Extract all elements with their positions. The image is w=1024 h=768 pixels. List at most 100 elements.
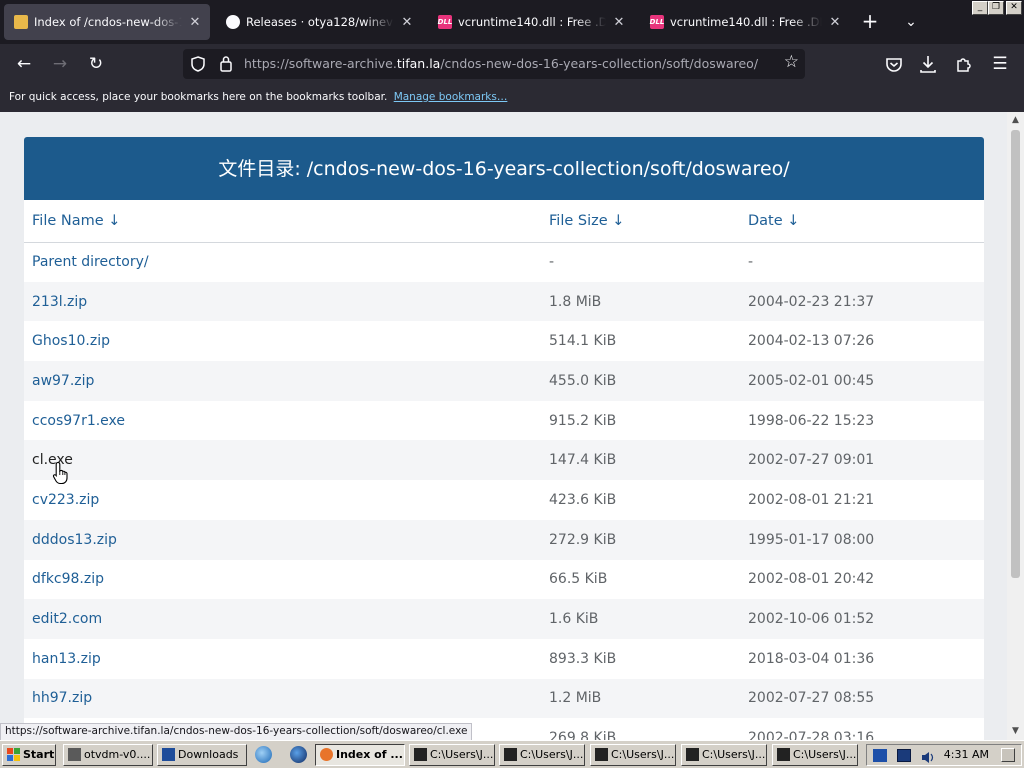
close-icon[interactable]: ✕	[400, 15, 414, 30]
bookmarks-message: For quick access, place your bookmarks h…	[9, 91, 388, 103]
file-size-cell: 147.4 KiB	[541, 440, 740, 481]
file-name-cell: cl.exe	[24, 440, 541, 481]
tab-vcruntime-2[interactable]: DLL vcruntime140.dll : Free .DLL downloa…	[640, 4, 850, 40]
manage-bookmarks-link[interactable]: Manage bookmarks…	[394, 91, 508, 103]
file-link[interactable]: han13.zip	[32, 651, 101, 667]
tab-label: Index of /cndos-new-dos-16-years-collect…	[34, 15, 182, 29]
bookmark-star-icon[interactable]: ☆	[784, 52, 799, 72]
forward-button[interactable]: →	[46, 50, 74, 78]
file-size-cell: 893.3 KiB	[549, 650, 617, 667]
file-date-cell: 2018-03-04 01:36	[748, 650, 875, 667]
taskbar-button[interactable]: otvdm-v0....	[63, 744, 153, 766]
shield-icon[interactable]	[191, 56, 205, 72]
tab-strip: Index of /cndos-new-dos-16-years-collect…	[0, 0, 1024, 44]
taskbar: Start otvdm-v0.... Downloads Index of ... C…	[0, 740, 1024, 768]
close-window-button[interactable]: ✕	[1006, 1, 1022, 15]
start-label: Start	[23, 748, 55, 761]
back-button[interactable]: ←	[10, 50, 38, 78]
file-date-cell: 1998-06-22 15:23	[748, 412, 875, 429]
start-button[interactable]: Start	[2, 744, 56, 766]
file-link[interactable]: Parent directory/	[32, 254, 149, 270]
taskbar-button[interactable]: C:\Users\J...	[409, 744, 495, 766]
file-name-cell: han13.zip	[24, 639, 541, 679]
url-text[interactable]: https://software-archive.tifan.la/cndos-…	[244, 56, 758, 71]
7zip-icon	[504, 748, 517, 761]
chevron-down-icon[interactable]: ⌄	[899, 10, 923, 34]
file-size-cell: 423.6 KiB	[549, 491, 617, 508]
file-link[interactable]: dddos13.zip	[32, 532, 117, 548]
file-date-cell: 2002-10-06 01:52	[740, 599, 984, 639]
taskbar-button-label: C:\Users\J...	[520, 748, 584, 761]
table-row: cv223.zip 423.6 KiB 2002-08-01 21:21	[24, 480, 984, 520]
file-name-cell: Ghos10.zip	[24, 321, 541, 361]
table-row: dddos13.zip 272.9 KiB 1995-01-17 08:00	[24, 519, 984, 560]
file-link[interactable]: cv223.zip	[32, 492, 99, 508]
show-desktop-icon[interactable]	[1001, 748, 1015, 762]
page-viewport: 文件目录: /cndos-new-dos-16-years-collection…	[0, 112, 1007, 740]
quicklaunch-globe-icon[interactable]	[290, 746, 307, 763]
file-date-cell: 2005-02-01 00:45	[740, 361, 984, 401]
scroll-down-arrow-icon[interactable]: ▼	[1007, 723, 1024, 740]
address-bar[interactable]: https://software-archive.tifan.la/cndos-…	[183, 49, 805, 79]
close-icon[interactable]: ✕	[188, 15, 202, 30]
system-tray: 4:31 AM	[866, 744, 1022, 766]
file-link[interactable]: edit2.com	[32, 611, 102, 627]
file-link[interactable]: Ghos10.zip	[32, 333, 110, 349]
pocket-icon[interactable]	[880, 50, 908, 78]
scroll-thumb[interactable]	[1011, 130, 1020, 578]
scroll-up-arrow-icon[interactable]: ▲	[1007, 112, 1024, 129]
quicklaunch-browser-icon[interactable]	[255, 746, 272, 763]
7zip-icon	[414, 748, 427, 761]
close-icon[interactable]: ✕	[828, 15, 842, 30]
file-link[interactable]: dfkc98.zip	[32, 571, 104, 587]
download-icon[interactable]	[914, 50, 942, 78]
dll-icon: DLL	[650, 15, 664, 29]
file-name-cell: ccos97r1.exe	[24, 401, 541, 441]
taskbar-button[interactable]: Downloads	[157, 744, 247, 766]
file-link[interactable]: 213l.zip	[32, 294, 87, 310]
file-name-cell: hh97.zip	[24, 678, 541, 719]
monitor-tray-icon[interactable]	[897, 749, 911, 762]
table-row: dfkc98.zip 66.5 KiB 2002-08-01 20:42	[24, 560, 984, 600]
table-row: Parent directory/ - -	[24, 242, 984, 282]
sort-by-size-header[interactable]: File Size ↓	[541, 200, 740, 243]
page-title: 文件目录: /cndos-new-dos-16-years-collection…	[24, 137, 984, 200]
file-link[interactable]: ccos97r1.exe	[32, 413, 125, 429]
taskbar-button-label: C:\Users\J...	[793, 748, 857, 761]
file-size-cell: 1.2 MiB	[541, 678, 740, 719]
taskbar-button[interactable]: Index of ...	[315, 744, 405, 766]
file-name-cell: Parent directory/	[24, 242, 541, 282]
minimize-button[interactable]: _	[972, 1, 988, 15]
github-icon	[226, 15, 240, 29]
new-tab-button[interactable]: +	[858, 10, 882, 34]
table-row: han13.zip 893.3 KiB 2018-03-04 01:36	[24, 639, 984, 679]
app-icon	[68, 748, 81, 761]
tab-vcruntime-1[interactable]: DLL vcruntime140.dll : Free .DLL downloa…	[428, 4, 634, 40]
menu-icon[interactable]: ☰	[986, 50, 1014, 78]
taskbar-button[interactable]: C:\Users\J...	[772, 744, 858, 766]
sort-by-date-header[interactable]: Date ↓	[740, 200, 984, 243]
taskbar-button-label: Downloads	[178, 748, 239, 761]
7zip-icon	[595, 748, 608, 761]
7zip-icon	[777, 748, 790, 761]
taskbar-button[interactable]: C:\Users\J...	[499, 744, 585, 766]
extensions-icon[interactable]	[950, 50, 978, 78]
shield-tray-icon[interactable]	[873, 749, 887, 762]
file-name-cell: dfkc98.zip	[24, 560, 541, 600]
lock-icon[interactable]	[219, 55, 233, 72]
taskbar-button[interactable]: C:\Users\J...	[590, 744, 676, 766]
sort-by-name-header[interactable]: File Name ↓	[24, 200, 541, 243]
restore-button[interactable]: ❐	[988, 1, 1004, 15]
tab-label: Releases · otya128/winevdm	[246, 15, 394, 29]
tab-releases[interactable]: Releases · otya128/winevdm ✕	[216, 4, 422, 40]
file-size-cell: 66.5 KiB	[549, 571, 608, 588]
volume-icon[interactable]	[921, 749, 935, 763]
vertical-scrollbar[interactable]: ▲ ▼	[1007, 112, 1024, 740]
tab-index-of[interactable]: Index of /cndos-new-dos-16-years-collect…	[4, 4, 210, 40]
close-icon[interactable]: ✕	[612, 15, 626, 30]
reload-button[interactable]: ↻	[82, 50, 110, 78]
taskbar-button[interactable]: C:\Users\J...	[681, 744, 767, 766]
file-link[interactable]: hh97.zip	[32, 690, 92, 706]
directory-listing: 文件目录: /cndos-new-dos-16-years-collection…	[24, 137, 984, 740]
file-link[interactable]: aw97.zip	[32, 373, 94, 389]
